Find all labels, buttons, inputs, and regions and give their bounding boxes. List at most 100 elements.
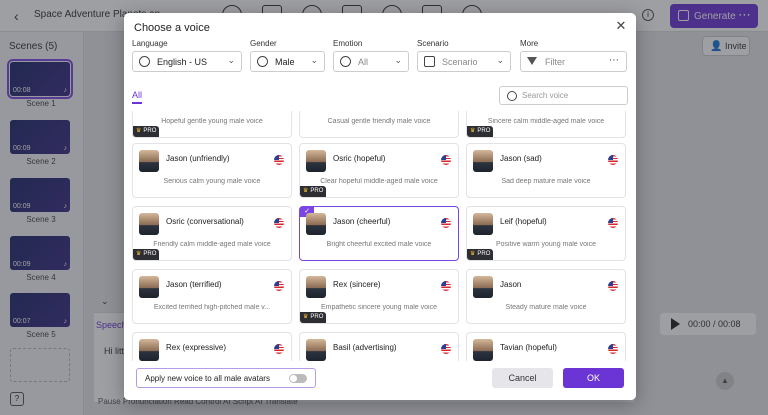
voice-name: Jason bbox=[500, 280, 522, 289]
book-icon bbox=[424, 56, 435, 67]
voice-card[interactable]: Sincere calm middle-aged male voice ♛ PRO bbox=[466, 111, 626, 138]
tab-all[interactable]: All bbox=[132, 90, 143, 104]
emotion-select[interactable]: All ⌄ bbox=[333, 51, 409, 72]
voice-avatar bbox=[306, 150, 326, 172]
more-filter-select[interactable]: Filter ⋯ bbox=[520, 51, 627, 72]
voice-name: Rex (expressive) bbox=[166, 343, 227, 352]
us-flag-icon bbox=[441, 218, 451, 228]
search-voice-input[interactable]: Search voice bbox=[499, 86, 628, 105]
pro-label: PRO bbox=[477, 128, 491, 134]
voice-card-selected[interactable]: ✓ Jason (cheerful) Bright cheerful excit… bbox=[299, 206, 459, 261]
voice-card[interactable]: Rex (expressive) bbox=[132, 332, 292, 361]
us-flag-icon bbox=[274, 281, 284, 291]
voice-description: Clear hopeful middle-aged male voice bbox=[320, 178, 438, 185]
voice-name: Leif (hopeful) bbox=[500, 217, 547, 226]
pro-badge: ♛ PRO bbox=[133, 126, 160, 137]
voice-card[interactable]: Hopeful gentle young male voice ♛ PRO bbox=[132, 111, 292, 138]
voice-name: Jason (cheerful) bbox=[333, 217, 391, 226]
search-icon bbox=[507, 91, 517, 101]
us-flag-icon bbox=[274, 155, 284, 165]
voice-avatar bbox=[473, 276, 493, 298]
voice-description: Sincere calm middle-aged male voice bbox=[487, 118, 605, 125]
voice-card[interactable]: Jason (sad) Sad deep mature male voice bbox=[466, 143, 626, 198]
pro-label: PRO bbox=[310, 188, 324, 194]
voice-description: Bright cheerful excited male voice bbox=[326, 241, 432, 248]
voice-card[interactable]: Jason (unfriendly) Serious calm young ma… bbox=[132, 143, 292, 198]
pro-label: PRO bbox=[477, 251, 491, 257]
voice-description: Hopeful gentle young male voice bbox=[161, 118, 263, 125]
language-select[interactable]: English - US ⌄ bbox=[132, 51, 242, 72]
pro-label: PRO bbox=[143, 251, 157, 257]
user-icon bbox=[257, 56, 268, 67]
voice-name: Jason (terrified) bbox=[166, 280, 222, 289]
language-value: English - US bbox=[157, 57, 208, 67]
more-label: More bbox=[520, 39, 539, 48]
voice-description: Excited terrified high-pitched male v... bbox=[153, 304, 271, 311]
scenario-select[interactable]: Scenario ⌄ bbox=[417, 51, 511, 72]
voice-avatar bbox=[139, 213, 159, 235]
voice-card[interactable]: Tavian (hopeful) bbox=[466, 332, 626, 361]
us-flag-icon bbox=[274, 344, 284, 354]
us-flag-icon bbox=[441, 344, 451, 354]
pro-label: PRO bbox=[310, 314, 324, 320]
voice-description: Casual gentle friendly male voice bbox=[327, 118, 431, 125]
voice-description: Steady mature male voice bbox=[505, 304, 587, 311]
globe-icon bbox=[139, 56, 150, 67]
us-flag-icon bbox=[608, 218, 618, 228]
chevron-down-icon: ⌄ bbox=[394, 55, 402, 65]
close-icon[interactable]: ✕ bbox=[614, 19, 628, 33]
crown-icon: ♛ bbox=[136, 128, 142, 134]
ok-button[interactable]: OK bbox=[563, 368, 624, 388]
more-options-icon: ⋯ bbox=[609, 55, 620, 66]
voice-card[interactable]: Leif (hopeful) Positive warm young male … bbox=[466, 206, 626, 261]
chevron-down-icon: ⌄ bbox=[310, 55, 318, 65]
voice-avatar bbox=[139, 150, 159, 172]
gender-value: Male bbox=[275, 57, 295, 67]
us-flag-icon bbox=[441, 155, 451, 165]
chevron-down-icon: ⌄ bbox=[227, 55, 235, 65]
crown-icon: ♛ bbox=[303, 314, 309, 320]
voice-avatar bbox=[139, 339, 159, 361]
gender-label: Gender bbox=[250, 39, 277, 48]
voice-card[interactable]: Jason (terrified) Excited terrified high… bbox=[132, 269, 292, 324]
language-label: Language bbox=[132, 39, 168, 48]
voice-card[interactable]: Basil (advertising) bbox=[299, 332, 459, 361]
voice-description: Sad deep mature male voice bbox=[501, 178, 591, 185]
choose-voice-dialog: Choose a voice ✕ Language English - US ⌄… bbox=[124, 13, 636, 400]
funnel-icon bbox=[527, 57, 537, 65]
pro-badge: ♛ PRO bbox=[300, 186, 327, 197]
voice-name: Osric (hopeful) bbox=[333, 154, 386, 163]
apply-all-toggle[interactable] bbox=[289, 374, 307, 383]
voice-name: Basil (advertising) bbox=[333, 343, 397, 352]
search-placeholder: Search voice bbox=[522, 91, 569, 100]
dialog-title: Choose a voice bbox=[134, 22, 210, 34]
voice-avatar bbox=[473, 339, 493, 361]
voice-description: Empathetic sincere young male voice bbox=[321, 304, 437, 311]
gender-select[interactable]: Male ⌄ bbox=[250, 51, 325, 72]
voice-avatar bbox=[473, 150, 493, 172]
voice-card[interactable]: Casual gentle friendly male voice bbox=[299, 111, 459, 138]
apply-all-label: Apply new voice to all male avatars bbox=[145, 374, 270, 383]
voice-name: Osric (conversational) bbox=[166, 217, 244, 226]
voice-grid: Hopeful gentle young male voice ♛ PRO Cas… bbox=[124, 111, 636, 361]
voice-avatar bbox=[306, 276, 326, 298]
us-flag-icon bbox=[608, 281, 618, 291]
voice-card[interactable]: Rex (sincere) Empathetic sincere young m… bbox=[299, 269, 459, 324]
apply-all-option[interactable]: Apply new voice to all male avatars bbox=[136, 368, 316, 388]
smiley-icon bbox=[340, 56, 351, 67]
pro-label: PRO bbox=[143, 128, 157, 134]
cancel-button[interactable]: Cancel bbox=[492, 368, 553, 388]
pro-badge: ♛ PRO bbox=[467, 249, 494, 260]
us-flag-icon bbox=[608, 344, 618, 354]
crown-icon: ♛ bbox=[136, 251, 142, 257]
voice-name: Jason (sad) bbox=[500, 154, 542, 163]
scenario-label: Scenario bbox=[417, 39, 449, 48]
voice-card[interactable]: Osric (hopeful) Clear hopeful middle-age… bbox=[299, 143, 459, 198]
voice-card[interactable]: Jason Steady mature male voice bbox=[466, 269, 626, 324]
emotion-value: All bbox=[358, 57, 369, 67]
voice-card[interactable]: Osric (conversational) Friendly calm mid… bbox=[132, 206, 292, 261]
voice-avatar bbox=[306, 339, 326, 361]
voice-name: Tavian (hopeful) bbox=[500, 343, 557, 352]
voice-name: Jason (unfriendly) bbox=[166, 154, 230, 163]
scenario-value: Scenario bbox=[442, 57, 478, 67]
